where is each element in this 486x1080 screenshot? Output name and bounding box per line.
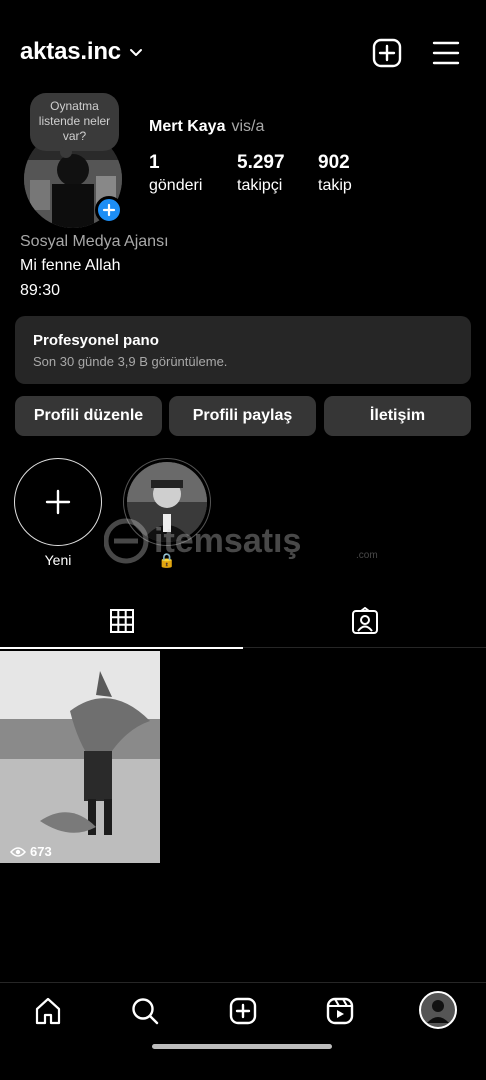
share-profile-button[interactable]: Profili paylaş	[169, 396, 316, 436]
top-bar: aktas.inc	[0, 30, 486, 76]
nav-reels[interactable]	[322, 993, 358, 1029]
username-label: aktas.inc	[20, 38, 121, 65]
highlight-item[interactable]: 🔒	[123, 458, 211, 569]
post-thumbnail[interactable]: 673	[0, 651, 160, 863]
note-bubble[interactable]: Oynatma listende neler var?	[30, 93, 119, 158]
stat-posts-label: gönderi	[149, 177, 203, 194]
stat-followers-value: 5.297	[237, 152, 285, 173]
profile-name: Mert Kaya vis/a	[149, 118, 264, 136]
dashboard-title: Profesyonel pano	[33, 332, 159, 349]
eye-icon	[10, 846, 26, 857]
stat-followers[interactable]: 5.297 takipçi	[237, 152, 285, 195]
chevron-down-icon	[129, 49, 142, 56]
active-tab-indicator	[0, 647, 243, 649]
post-views-count: 673	[30, 844, 52, 859]
edit-profile-button[interactable]: Profili düzenle	[15, 396, 162, 436]
add-story-badge[interactable]	[95, 196, 123, 224]
stat-following[interactable]: 902 takip	[318, 152, 352, 195]
tab-posts-grid[interactable]	[0, 594, 243, 649]
watermark-suffix: .com	[356, 550, 378, 561]
home-icon	[35, 997, 61, 1025]
bio-line: 89:30	[20, 282, 61, 299]
bio-line: Mi fenne Allah	[20, 257, 121, 274]
plus-icon	[102, 203, 116, 217]
nav-search[interactable]	[127, 993, 163, 1029]
stat-following-value: 902	[318, 152, 350, 173]
reels-icon	[326, 997, 354, 1025]
post-image	[0, 651, 160, 863]
stat-posts-value: 1	[149, 152, 160, 173]
bottom-navigation	[0, 982, 486, 1080]
lock-icon: 🔒	[158, 552, 176, 568]
highlight-image	[127, 462, 207, 542]
contact-button[interactable]: İletişim	[324, 396, 471, 436]
nav-home[interactable]	[30, 993, 66, 1029]
professional-dashboard[interactable]: Profesyonel pano Son 30 günde 3,9 B görü…	[15, 316, 471, 384]
pronoun: vis/a	[231, 118, 265, 135]
highlight-ring	[123, 458, 211, 546]
tagged-icon	[351, 607, 378, 634]
plus-icon	[45, 489, 71, 515]
highlight-new[interactable]: Yeni	[14, 458, 102, 568]
profile-category: Sosyal Medya Ajansı	[20, 233, 169, 250]
search-icon	[132, 998, 159, 1025]
tab-tagged[interactable]	[243, 594, 486, 648]
post-views: 673	[10, 844, 52, 859]
create-post-icon[interactable]	[372, 38, 402, 68]
home-indicator[interactable]	[152, 1044, 332, 1049]
stat-following-label: takip	[318, 177, 352, 194]
dashboard-subtitle: Son 30 günde 3,9 B görüntüleme.	[33, 354, 228, 369]
nav-profile[interactable]	[419, 991, 457, 1029]
nav-create[interactable]	[225, 993, 261, 1029]
grid-icon	[109, 609, 134, 633]
profile-tabs	[0, 594, 486, 649]
account-switcher[interactable]: aktas.inc	[20, 38, 143, 66]
stat-followers-label: takipçi	[237, 177, 283, 194]
display-name: Mert Kaya	[149, 118, 226, 135]
highlight-label: Yeni	[44, 552, 72, 568]
new-highlight-ring	[14, 458, 102, 546]
stat-posts[interactable]: 1 gönderi	[149, 152, 202, 195]
create-icon	[229, 997, 257, 1025]
hamburger-menu-icon[interactable]	[432, 40, 460, 66]
note-text: Oynatma listende neler var?	[38, 99, 111, 143]
profile-avatar	[419, 991, 457, 1029]
